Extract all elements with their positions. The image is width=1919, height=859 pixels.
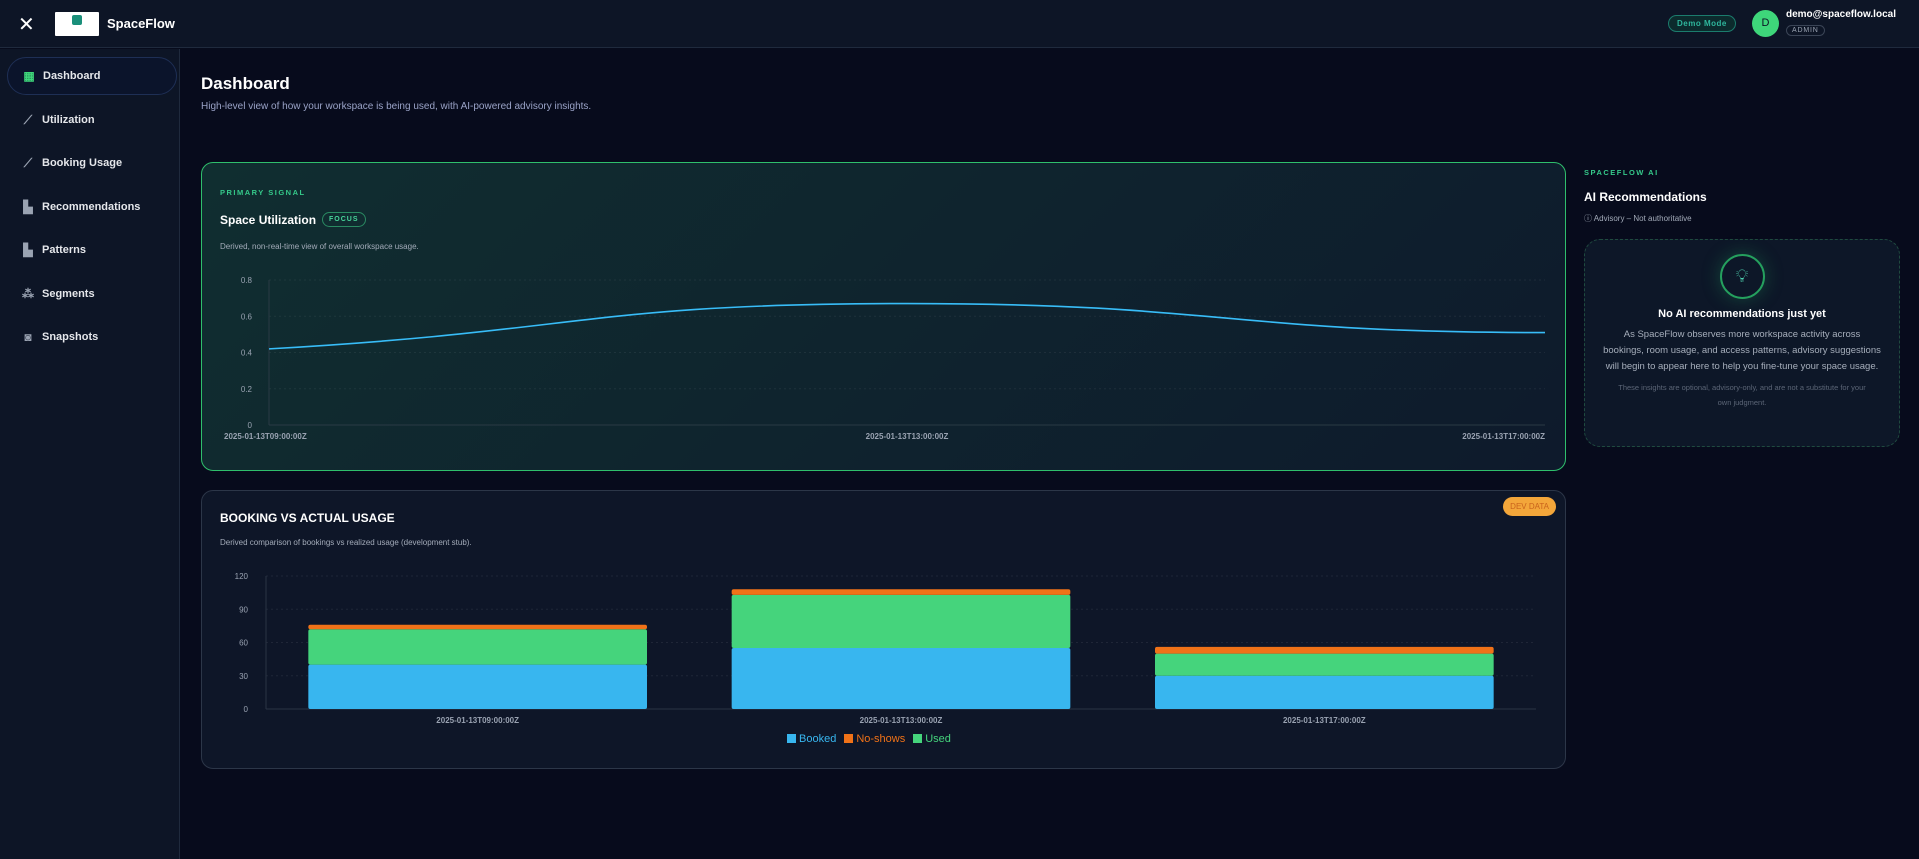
legend-item-no-shows[interactable]: No-shows: [844, 733, 905, 745]
lightbulb-icon: 💡︎: [1719, 254, 1765, 299]
page-subtitle: High-level view of how your workspace is…: [201, 101, 592, 112]
y-tick-label: 0: [244, 705, 249, 714]
bar-booked: [1155, 675, 1494, 709]
bar-booked: [731, 648, 1071, 709]
sidebar-item-patterns[interactable]: ▙ Patterns: [7, 231, 177, 269]
legend-item-used[interactable]: Used: [913, 733, 951, 745]
brand-name: SpaceFlow: [107, 16, 175, 31]
trend-icon: ⟋: [23, 155, 33, 170]
demo-mode-badge: Demo Mode: [1668, 15, 1736, 32]
legend-swatch: [844, 734, 854, 743]
top-bar: ✕ SpaceFlow Demo Mode D demo@spaceflow.l…: [0, 0, 1919, 48]
dashboard-icon: ▦: [23, 69, 35, 83]
x-tick-label: 2025-01-13T09:00:00Z: [224, 432, 307, 441]
sidebar-item-segments[interactable]: ⁂ Segments: [7, 275, 177, 313]
booking-usage-card: BOOKING VS ACTUAL USAGE DEV DATA Derived…: [201, 490, 1566, 769]
x-tick-label: 2025-01-13T17:00:00Z: [1462, 432, 1545, 441]
sidebar-item-utilization[interactable]: ⟋ Utilization: [7, 101, 177, 139]
ai-kicker: SPACEFLOW AI: [1584, 168, 1659, 177]
camera-icon: ◙: [24, 330, 32, 344]
empty-title: No AI recommendations just yet: [1658, 308, 1826, 320]
y-tick-label: 60: [239, 639, 248, 648]
logo: [55, 12, 99, 36]
x-tick-label: 2025-01-13T13:00:00Z: [860, 716, 943, 725]
y-tick-label: 90: [239, 605, 248, 614]
y-tick-label: 0.8: [241, 276, 253, 285]
advisory-note: Advisory – Not authoritative: [1593, 214, 1692, 223]
bar-used: [1155, 653, 1494, 676]
avatar[interactable]: D: [1752, 10, 1779, 37]
utilization-line-chart: 0 0.2 0.4 0.6 0.8 2025-01-13T09:00:00Z 2025-01…: [224, 276, 1546, 441]
grid-icon: ▙: [23, 243, 33, 257]
y-tick-label: 0.6: [241, 312, 253, 321]
legend-swatch: [913, 734, 923, 743]
role-badge: ADMIN: [1786, 25, 1825, 36]
sidebar: ▦ Dashboard ⟋ Utilization ⟋ Booking Usage ▙…: [0, 49, 180, 859]
y-tick-label: 120: [235, 572, 249, 581]
y-tick-label: 30: [239, 672, 248, 681]
ai-title: AI Recommendations: [1584, 190, 1707, 204]
x-tick-label: 2025-01-13T17:00:00Z: [1283, 716, 1366, 725]
user-email: demo@spaceflow.local: [1786, 9, 1896, 20]
page-title: Dashboard: [201, 74, 290, 93]
empty-body: As SpaceFlow observes more workspace act…: [1603, 329, 1881, 372]
space-utilization-card: PRIMARY SIGNAL Space Utilization FOCUS De…: [201, 162, 1566, 471]
close-icon[interactable]: ✕: [18, 12, 35, 37]
legend-item-booked[interactable]: Booked: [787, 733, 836, 745]
sidebar-item-snapshots[interactable]: ◙ Snapshots: [7, 318, 177, 356]
empty-footnote: These insights are optional, advisory-on…: [1618, 383, 1866, 407]
y-tick-label: 0.2: [241, 385, 253, 394]
ai-panel: SPACEFLOW AI AI Recommendations ⓘ Adviso…: [1584, 168, 1900, 224]
bar-used: [308, 629, 647, 665]
sparkline-icon: ⟋: [23, 112, 33, 127]
y-tick-label: 0.4: [241, 349, 253, 358]
utilization-series-line: [268, 302, 1546, 350]
chart-legend: Booked No-shows Used: [787, 733, 951, 745]
info-icon: ⓘ: [1584, 214, 1594, 223]
y-tick-label: 0: [248, 421, 253, 430]
legend-swatch: [787, 734, 796, 743]
grid-icon: ▙: [23, 200, 33, 214]
bar-used: [731, 594, 1071, 649]
bar-no-shows: [731, 589, 1071, 595]
x-tick-label: 2025-01-13T09:00:00Z: [436, 716, 519, 725]
x-tick-label: 2025-01-13T13:00:00Z: [866, 432, 949, 441]
group-icon: ⁂: [22, 287, 34, 301]
sidebar-item-recommendations[interactable]: ▙ Recommendations: [7, 188, 177, 226]
booking-bar-chart: 0 30 60 90 120 2025-01-13T09:00:00Z 2025-01-13…: [235, 572, 1536, 725]
bar-booked: [308, 664, 647, 709]
bar-no-shows: [1155, 646, 1494, 654]
sidebar-item-booking-usage[interactable]: ⟋ Booking Usage: [7, 144, 177, 182]
ai-empty-state: 💡︎ No AI recommendations just yet As Spa…: [1584, 239, 1900, 447]
bar-no-shows: [308, 624, 647, 630]
sidebar-item-dashboard[interactable]: ▦ Dashboard: [7, 57, 177, 95]
